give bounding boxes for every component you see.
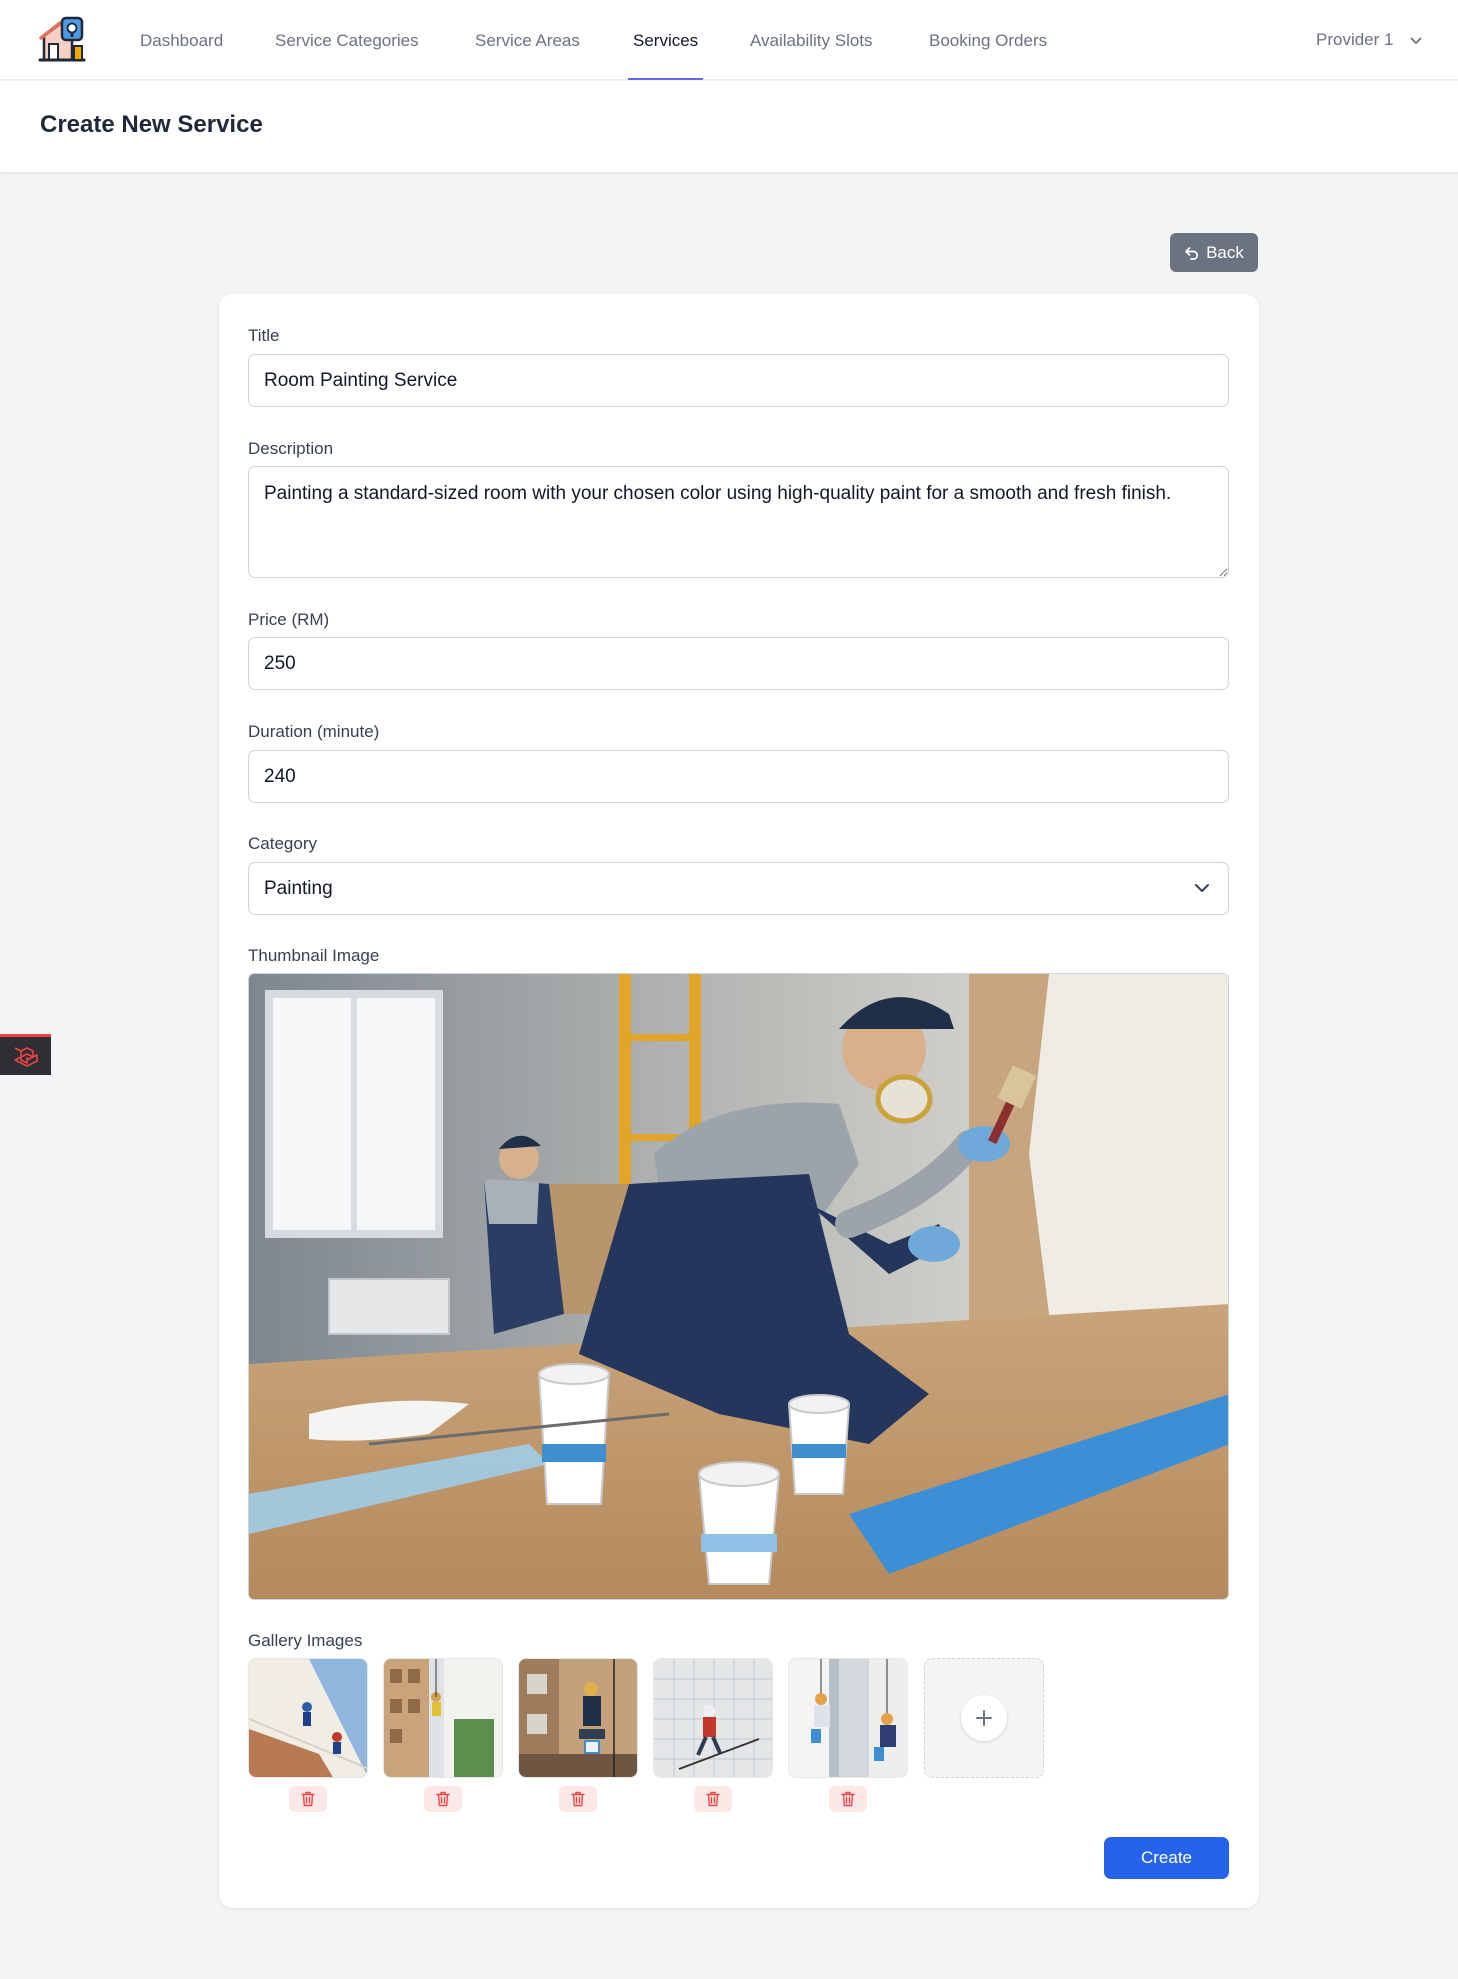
nav-dashboard[interactable]: Dashboard xyxy=(140,0,223,80)
thumbnail-label: Thumbnail Image xyxy=(248,946,380,965)
delete-gallery-image-3-button[interactable] xyxy=(559,1786,597,1812)
nav-services[interactable]: Services xyxy=(627,0,704,80)
gallery-image-3[interactable] xyxy=(518,1658,638,1778)
gallery-image-5[interactable] xyxy=(788,1658,908,1778)
plus-icon xyxy=(976,1710,992,1726)
category-select[interactable]: Painting xyxy=(248,862,1229,915)
delete-gallery-image-2-button[interactable] xyxy=(424,1786,462,1812)
trash-icon xyxy=(436,1791,450,1807)
thumbnail-image[interactable] xyxy=(248,973,1229,1600)
user-menu[interactable]: Provider 1 xyxy=(1316,0,1422,80)
price-input[interactable] xyxy=(248,637,1229,690)
gallery-image-4[interactable] xyxy=(653,1658,773,1778)
gallery-image-1[interactable] xyxy=(248,1658,368,1778)
title-input[interactable] xyxy=(248,354,1229,407)
back-button-label: Back xyxy=(1206,242,1244,262)
nav-service-areas[interactable]: Service Areas xyxy=(475,0,580,80)
page-title: Create New Service xyxy=(40,111,263,138)
app-logo-icon[interactable] xyxy=(38,16,86,64)
delete-gallery-image-4-button[interactable] xyxy=(694,1786,732,1812)
laravel-logo-icon xyxy=(13,1047,38,1067)
top-navigation: Dashboard Service Categories Service Are… xyxy=(0,0,1458,80)
add-gallery-image-button[interactable] xyxy=(924,1658,1044,1778)
trash-icon xyxy=(841,1791,855,1807)
category-selected-value: Painting xyxy=(264,878,333,899)
trash-icon xyxy=(571,1791,585,1807)
create-button[interactable]: Create xyxy=(1104,1837,1229,1879)
duration-label: Duration (minute) xyxy=(248,722,380,741)
delete-gallery-image-1-button[interactable] xyxy=(289,1786,327,1812)
gallery-label: Gallery Images xyxy=(248,1631,363,1650)
nav-booking-orders[interactable]: Booking Orders xyxy=(929,0,1047,80)
undo-arrow-icon xyxy=(1185,246,1199,260)
duration-input[interactable] xyxy=(248,750,1229,803)
delete-gallery-image-5-button[interactable] xyxy=(829,1786,867,1812)
chevron-down-icon xyxy=(1195,884,1209,892)
nav-availability-slots[interactable]: Availability Slots xyxy=(750,0,873,80)
trash-icon xyxy=(706,1791,720,1807)
trash-icon xyxy=(301,1791,315,1807)
page-header: Create New Service xyxy=(0,81,1458,172)
description-textarea[interactable]: Painting a standard-sized room with your… xyxy=(248,466,1229,578)
debugbar-tab[interactable] xyxy=(0,1034,51,1075)
back-button[interactable]: Back xyxy=(1170,233,1258,272)
add-gallery-circle xyxy=(961,1695,1007,1741)
service-form-card: Title Description Painting a standard-si… xyxy=(219,294,1259,1908)
category-label: Category xyxy=(248,834,317,853)
gallery-image-2[interactable] xyxy=(383,1658,503,1778)
chevron-down-icon xyxy=(1410,37,1422,44)
description-label: Description xyxy=(248,439,334,458)
user-name: Provider 1 xyxy=(1316,30,1394,49)
nav-service-categories[interactable]: Service Categories xyxy=(275,0,419,80)
price-label: Price (RM) xyxy=(248,610,330,629)
title-label: Title xyxy=(248,326,280,345)
